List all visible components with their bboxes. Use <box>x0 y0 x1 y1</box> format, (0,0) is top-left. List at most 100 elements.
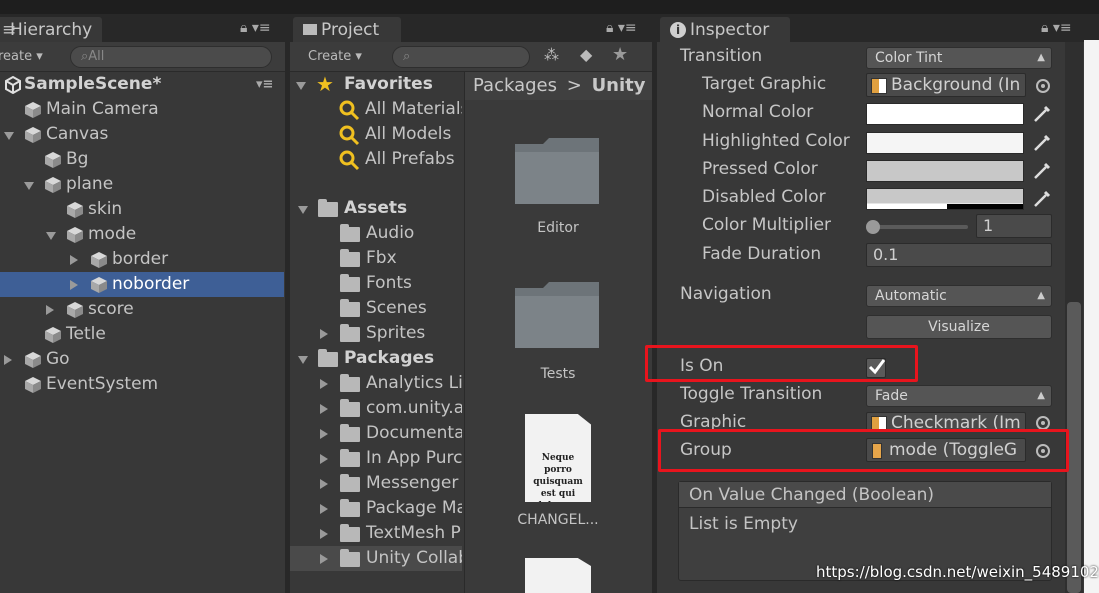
hierarchy-row[interactable]: Canvas <box>0 122 285 147</box>
eyedropper-icon[interactable] <box>1032 189 1052 209</box>
breadcrumb-unity-collab[interactable]: Unity C <box>592 75 652 96</box>
eyedropper-icon[interactable] <box>1032 104 1052 124</box>
project-toolbar: Create ▾ ⌕ ⁂ ◆ ★ <box>290 42 652 72</box>
hierarchy-row[interactable]: plane <box>0 172 285 197</box>
tree-row-label: Scenes <box>366 298 427 318</box>
expand-arrow-right-icon[interactable] <box>320 454 328 464</box>
package-folder[interactable]: com.unity.a <box>290 396 462 421</box>
assets-folder[interactable]: Sprites <box>290 321 462 346</box>
hierarchy-row[interactable]: Main Camera <box>0 97 285 122</box>
filter-by-type-icon[interactable]: ⁂ <box>544 46 559 64</box>
eyedropper-icon[interactable] <box>1032 133 1052 153</box>
graphic-label: Graphic <box>680 412 747 430</box>
package-folder[interactable]: Package Ma <box>290 496 462 521</box>
gameobject-cube-icon <box>67 227 83 243</box>
expand-arrow-down-icon[interactable] <box>46 232 56 240</box>
favorite-star-icon[interactable]: ★ <box>612 44 628 65</box>
project-search-input[interactable]: ⌕ <box>392 46 530 68</box>
hierarchy-row[interactable]: score <box>0 297 285 322</box>
hierarchy-row[interactable]: mode <box>0 222 285 247</box>
favorites-header[interactable]: ★ Favorites <box>290 72 462 97</box>
visualize-button[interactable]: Visualize <box>866 315 1052 339</box>
folder-icon <box>340 249 360 267</box>
disabled-color-swatch[interactable] <box>866 188 1024 210</box>
pressed-color-swatch[interactable] <box>866 160 1024 182</box>
grid-item-changelog[interactable]: Neque porro quisquam est qui dolorem. CH… <box>503 412 613 542</box>
expand-arrow-right-icon[interactable] <box>320 554 328 564</box>
hierarchy-row[interactable]: noborder <box>0 272 284 297</box>
color-multiplier-field[interactable]: 1 <box>976 214 1052 238</box>
color-multiplier-slider[interactable] <box>866 220 968 234</box>
hierarchy-row[interactable]: Go <box>0 347 285 372</box>
tab-hierarchy[interactable]: ≡Hierarchy <box>0 17 102 43</box>
fade-duration-field[interactable]: 0.1 <box>866 243 1052 267</box>
assets-folder[interactable]: Fonts <box>290 271 462 296</box>
eyedropper-icon[interactable] <box>1032 161 1052 181</box>
scene-row[interactable]: SampleScene* ▾≡ <box>0 72 285 97</box>
slider-handle[interactable] <box>866 220 880 234</box>
package-folder[interactable]: In App Purc <box>290 446 462 471</box>
navigation-dropdown[interactable]: Automatic ▲ <box>866 285 1052 307</box>
grid-item-editor[interactable]: Editor <box>503 132 603 252</box>
hierarchy-row[interactable]: EventSystem <box>0 372 285 397</box>
packages-header[interactable]: Packages <box>290 346 462 371</box>
object-picker-icon[interactable] <box>1036 416 1050 430</box>
inspector-scrollbar[interactable] <box>1065 42 1083 593</box>
expand-arrow-down-icon[interactable] <box>298 206 308 214</box>
favorite-item[interactable]: All Prefabs <box>290 147 462 172</box>
scene-menu-icon[interactable]: ▾≡ <box>256 72 273 97</box>
assets-folder[interactable]: Fbx <box>290 246 462 271</box>
expand-arrow-right-icon[interactable] <box>70 255 78 265</box>
package-folder[interactable]: TextMesh P <box>290 521 462 546</box>
group-highlight-box <box>658 429 1069 472</box>
toggle-transition-dropdown[interactable]: Fade ▲ <box>866 385 1052 407</box>
expand-arrow-right-icon[interactable] <box>46 305 54 315</box>
hierarchy-search-input[interactable]: ⌕All <box>70 46 272 68</box>
breadcrumb-packages[interactable]: Packages <box>473 75 557 96</box>
transition-dropdown[interactable]: Color Tint ▲ <box>866 47 1052 69</box>
expand-arrow-down-icon[interactable] <box>296 82 306 90</box>
hierarchy-row[interactable]: skin <box>0 197 285 222</box>
expand-arrow-right-icon[interactable] <box>320 404 328 414</box>
favorite-item[interactable]: All Materials <box>290 97 462 122</box>
project-create-button[interactable]: Create ▾ <box>308 48 362 66</box>
filter-by-label-icon[interactable]: ◆ <box>580 45 592 64</box>
hierarchy-create-button[interactable]: reate ▾ <box>0 48 43 66</box>
package-folder[interactable]: Documenta <box>290 421 462 446</box>
expand-arrow-down-icon[interactable] <box>24 182 34 190</box>
expand-arrow-right-icon[interactable] <box>4 355 12 365</box>
expand-arrow-down-icon[interactable] <box>298 356 308 364</box>
highlighted-color-swatch[interactable] <box>866 132 1024 154</box>
tab-inspector[interactable]: i Inspector <box>660 17 790 43</box>
expand-arrow-down-icon[interactable] <box>4 132 14 140</box>
expand-arrow-right-icon[interactable] <box>320 329 328 339</box>
assets-folder[interactable]: Scenes <box>290 296 462 321</box>
hierarchy-row[interactable]: Tetle <box>0 322 285 347</box>
assets-folder[interactable]: Audio <box>290 221 462 246</box>
assets-header[interactable]: Assets <box>290 196 462 221</box>
expand-arrow-right-icon[interactable] <box>320 529 328 539</box>
expand-arrow-right-icon[interactable] <box>320 504 328 514</box>
tab-project[interactable]: Project <box>293 17 401 43</box>
object-picker-icon[interactable] <box>1036 79 1050 93</box>
hierarchy-lock-menu-icon[interactable]: 🔒︎ ▾≡ <box>240 20 271 36</box>
grid-item-tests[interactable]: Tests <box>503 276 603 396</box>
tree-row-label: TextMesh P <box>366 523 461 543</box>
package-folder[interactable]: Unity Collab <box>290 546 462 571</box>
package-folder[interactable]: Messenger <box>290 471 462 496</box>
hierarchy-row[interactable]: Bg <box>0 147 285 172</box>
expand-arrow-right-icon[interactable] <box>70 280 78 290</box>
project-lock-menu-icon[interactable]: 🔒︎ ▾≡ <box>606 20 637 36</box>
expand-arrow-right-icon[interactable] <box>320 479 328 489</box>
target-graphic-field[interactable]: Background (In <box>866 73 1026 97</box>
inspector-lock-menu-icon[interactable]: 🔒︎ ▾≡ <box>1041 20 1072 36</box>
package-folder[interactable]: Analytics Li <box>290 371 462 396</box>
gameobject-cube-icon <box>45 177 61 193</box>
expand-arrow-right-icon[interactable] <box>320 379 328 389</box>
hierarchy-row[interactable]: border <box>0 247 285 272</box>
favorite-item[interactable]: All Models <box>290 122 462 147</box>
hierarchy-row-label: Bg <box>66 149 89 169</box>
scrollbar-thumb[interactable] <box>1067 302 1081 593</box>
expand-arrow-right-icon[interactable] <box>320 429 328 439</box>
normal-color-swatch[interactable] <box>866 103 1024 125</box>
